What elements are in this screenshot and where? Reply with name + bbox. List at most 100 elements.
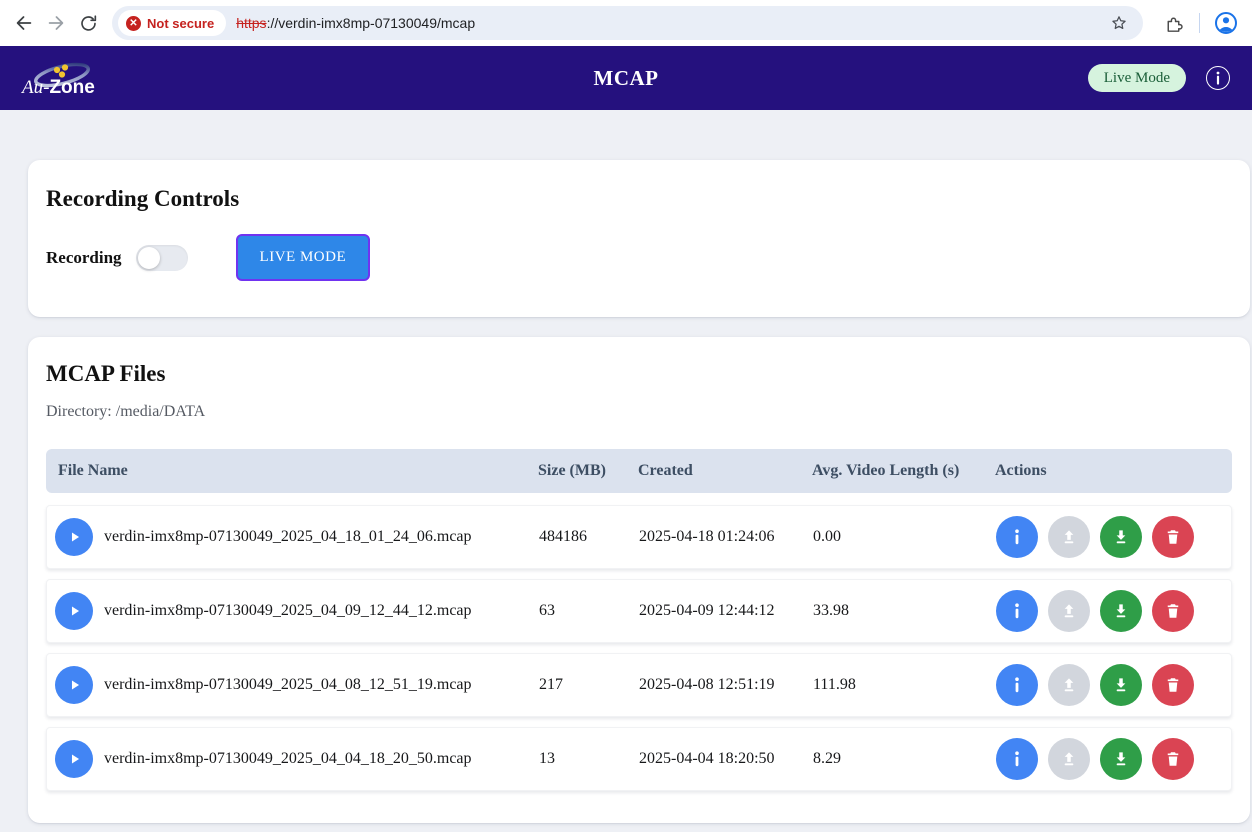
browser-toolbar: ✕ Not secure https://verdin-imx8mp-07130… <box>0 0 1252 46</box>
play-button[interactable] <box>55 592 93 630</box>
file-avg-video-length: 111.98 <box>813 676 996 694</box>
row-actions <box>996 664 1231 706</box>
url-scheme: https <box>236 15 266 31</box>
play-icon <box>65 750 83 768</box>
forward-button[interactable] <box>40 7 72 39</box>
upload-icon <box>1059 601 1079 621</box>
upload-button[interactable] <box>1048 590 1090 632</box>
profile-button[interactable] <box>1210 7 1242 39</box>
profile-icon <box>1214 11 1238 35</box>
not-secure-icon: ✕ <box>126 16 141 31</box>
trash-icon <box>1164 528 1182 546</box>
app-header: Au-Zone MCAP Live Mode <box>0 46 1252 110</box>
star-icon <box>1109 13 1129 33</box>
back-arrow-icon <box>13 12 35 34</box>
play-button[interactable] <box>55 518 93 556</box>
info-button[interactable] <box>996 516 1038 558</box>
row-actions <box>996 738 1231 780</box>
mcap-files-title: MCAP Files <box>46 361 1232 387</box>
column-header-file-name: File Name <box>46 462 538 480</box>
table-row: verdin-imx8mp-07130049_2025_04_08_12_51_… <box>46 653 1232 717</box>
file-created: 2025-04-18 01:24:06 <box>639 528 813 546</box>
trash-icon <box>1164 676 1182 694</box>
row-actions <box>996 590 1231 632</box>
info-button[interactable] <box>996 664 1038 706</box>
upload-button[interactable] <box>1048 516 1090 558</box>
recording-controls-title: Recording Controls <box>46 186 1232 212</box>
delete-button[interactable] <box>1152 664 1194 706</box>
page-title: MCAP <box>594 66 659 91</box>
mcap-files-card: MCAP Files Directory: /media/DATA File N… <box>28 337 1250 823</box>
info-icon <box>1010 603 1024 619</box>
download-icon <box>1111 749 1131 769</box>
download-button[interactable] <box>1100 516 1142 558</box>
info-button[interactable] <box>996 590 1038 632</box>
files-table: File Name Size (MB) Created Avg. Video L… <box>46 449 1232 791</box>
back-button[interactable] <box>8 7 40 39</box>
table-row: verdin-imx8mp-07130049_2025_04_09_12_44_… <box>46 579 1232 643</box>
extensions-button[interactable] <box>1157 7 1189 39</box>
play-icon <box>65 676 83 694</box>
file-name: verdin-imx8mp-07130049_2025_04_08_12_51_… <box>104 676 539 694</box>
play-icon <box>65 528 83 546</box>
play-button[interactable] <box>55 666 93 704</box>
upload-button[interactable] <box>1048 738 1090 780</box>
row-actions <box>996 516 1231 558</box>
toolbar-divider <box>1199 13 1200 33</box>
column-header-avg-video-length: Avg. Video Length (s) <box>812 462 995 480</box>
live-mode-button[interactable]: LIVE MODE <box>236 234 371 281</box>
file-name: verdin-imx8mp-07130049_2025_04_04_18_20_… <box>104 750 539 768</box>
recording-controls-row: Recording LIVE MODE <box>46 234 1232 281</box>
header-right: Live Mode <box>1088 64 1230 92</box>
delete-button[interactable] <box>1152 738 1194 780</box>
trash-icon <box>1164 602 1182 620</box>
delete-button[interactable] <box>1152 590 1194 632</box>
main-content: Recording Controls Recording LIVE MODE M… <box>0 110 1252 823</box>
info-icon <box>1010 529 1024 545</box>
file-size: 484186 <box>539 528 639 546</box>
file-avg-video-length: 33.98 <box>813 602 996 620</box>
column-header-actions: Actions <box>995 462 1232 480</box>
file-created: 2025-04-04 18:20:50 <box>639 750 813 768</box>
download-button[interactable] <box>1100 738 1142 780</box>
column-header-size: Size (MB) <box>538 462 638 480</box>
header-info-button[interactable] <box>1206 66 1230 90</box>
live-mode-badge: Live Mode <box>1088 64 1186 92</box>
info-icon <box>1212 71 1224 85</box>
file-avg-video-length: 8.29 <box>813 750 996 768</box>
file-size: 13 <box>539 750 639 768</box>
reload-button[interactable] <box>72 7 104 39</box>
upload-button[interactable] <box>1048 664 1090 706</box>
upload-icon <box>1059 527 1079 547</box>
table-row: verdin-imx8mp-07130049_2025_04_04_18_20_… <box>46 727 1232 791</box>
info-button[interactable] <box>996 738 1038 780</box>
file-name: verdin-imx8mp-07130049_2025_04_18_01_24_… <box>104 528 539 546</box>
file-created: 2025-04-08 12:51:19 <box>639 676 813 694</box>
upload-icon <box>1059 675 1079 695</box>
trash-icon <box>1164 750 1182 768</box>
file-created: 2025-04-09 12:44:12 <box>639 602 813 620</box>
forward-arrow-icon <box>45 12 67 34</box>
bookmark-button[interactable] <box>1105 9 1133 37</box>
table-row: verdin-imx8mp-07130049_2025_04_18_01_24_… <box>46 505 1232 569</box>
file-size: 217 <box>539 676 639 694</box>
play-button[interactable] <box>55 740 93 778</box>
security-chip[interactable]: ✕ Not secure <box>118 10 226 36</box>
auzone-logo[interactable]: Au-Zone <box>22 59 98 97</box>
directory-path: Directory: /media/DATA <box>46 403 1232 421</box>
url-text[interactable]: https://verdin-imx8mp-07130049/mcap <box>236 15 1105 31</box>
address-bar[interactable]: ✕ Not secure https://verdin-imx8mp-07130… <box>112 6 1143 40</box>
url-rest: ://verdin-imx8mp-07130049/mcap <box>267 15 476 31</box>
download-button[interactable] <box>1100 664 1142 706</box>
recording-controls-card: Recording Controls Recording LIVE MODE <box>28 160 1250 317</box>
recording-label: Recording <box>46 248 122 268</box>
info-icon <box>1010 677 1024 693</box>
download-icon <box>1111 675 1131 695</box>
browser-toolbar-right <box>1157 7 1242 39</box>
download-button[interactable] <box>1100 590 1142 632</box>
download-icon <box>1111 527 1131 547</box>
security-chip-label: Not secure <box>147 16 214 31</box>
recording-toggle[interactable] <box>136 245 188 271</box>
delete-button[interactable] <box>1152 516 1194 558</box>
upload-icon <box>1059 749 1079 769</box>
